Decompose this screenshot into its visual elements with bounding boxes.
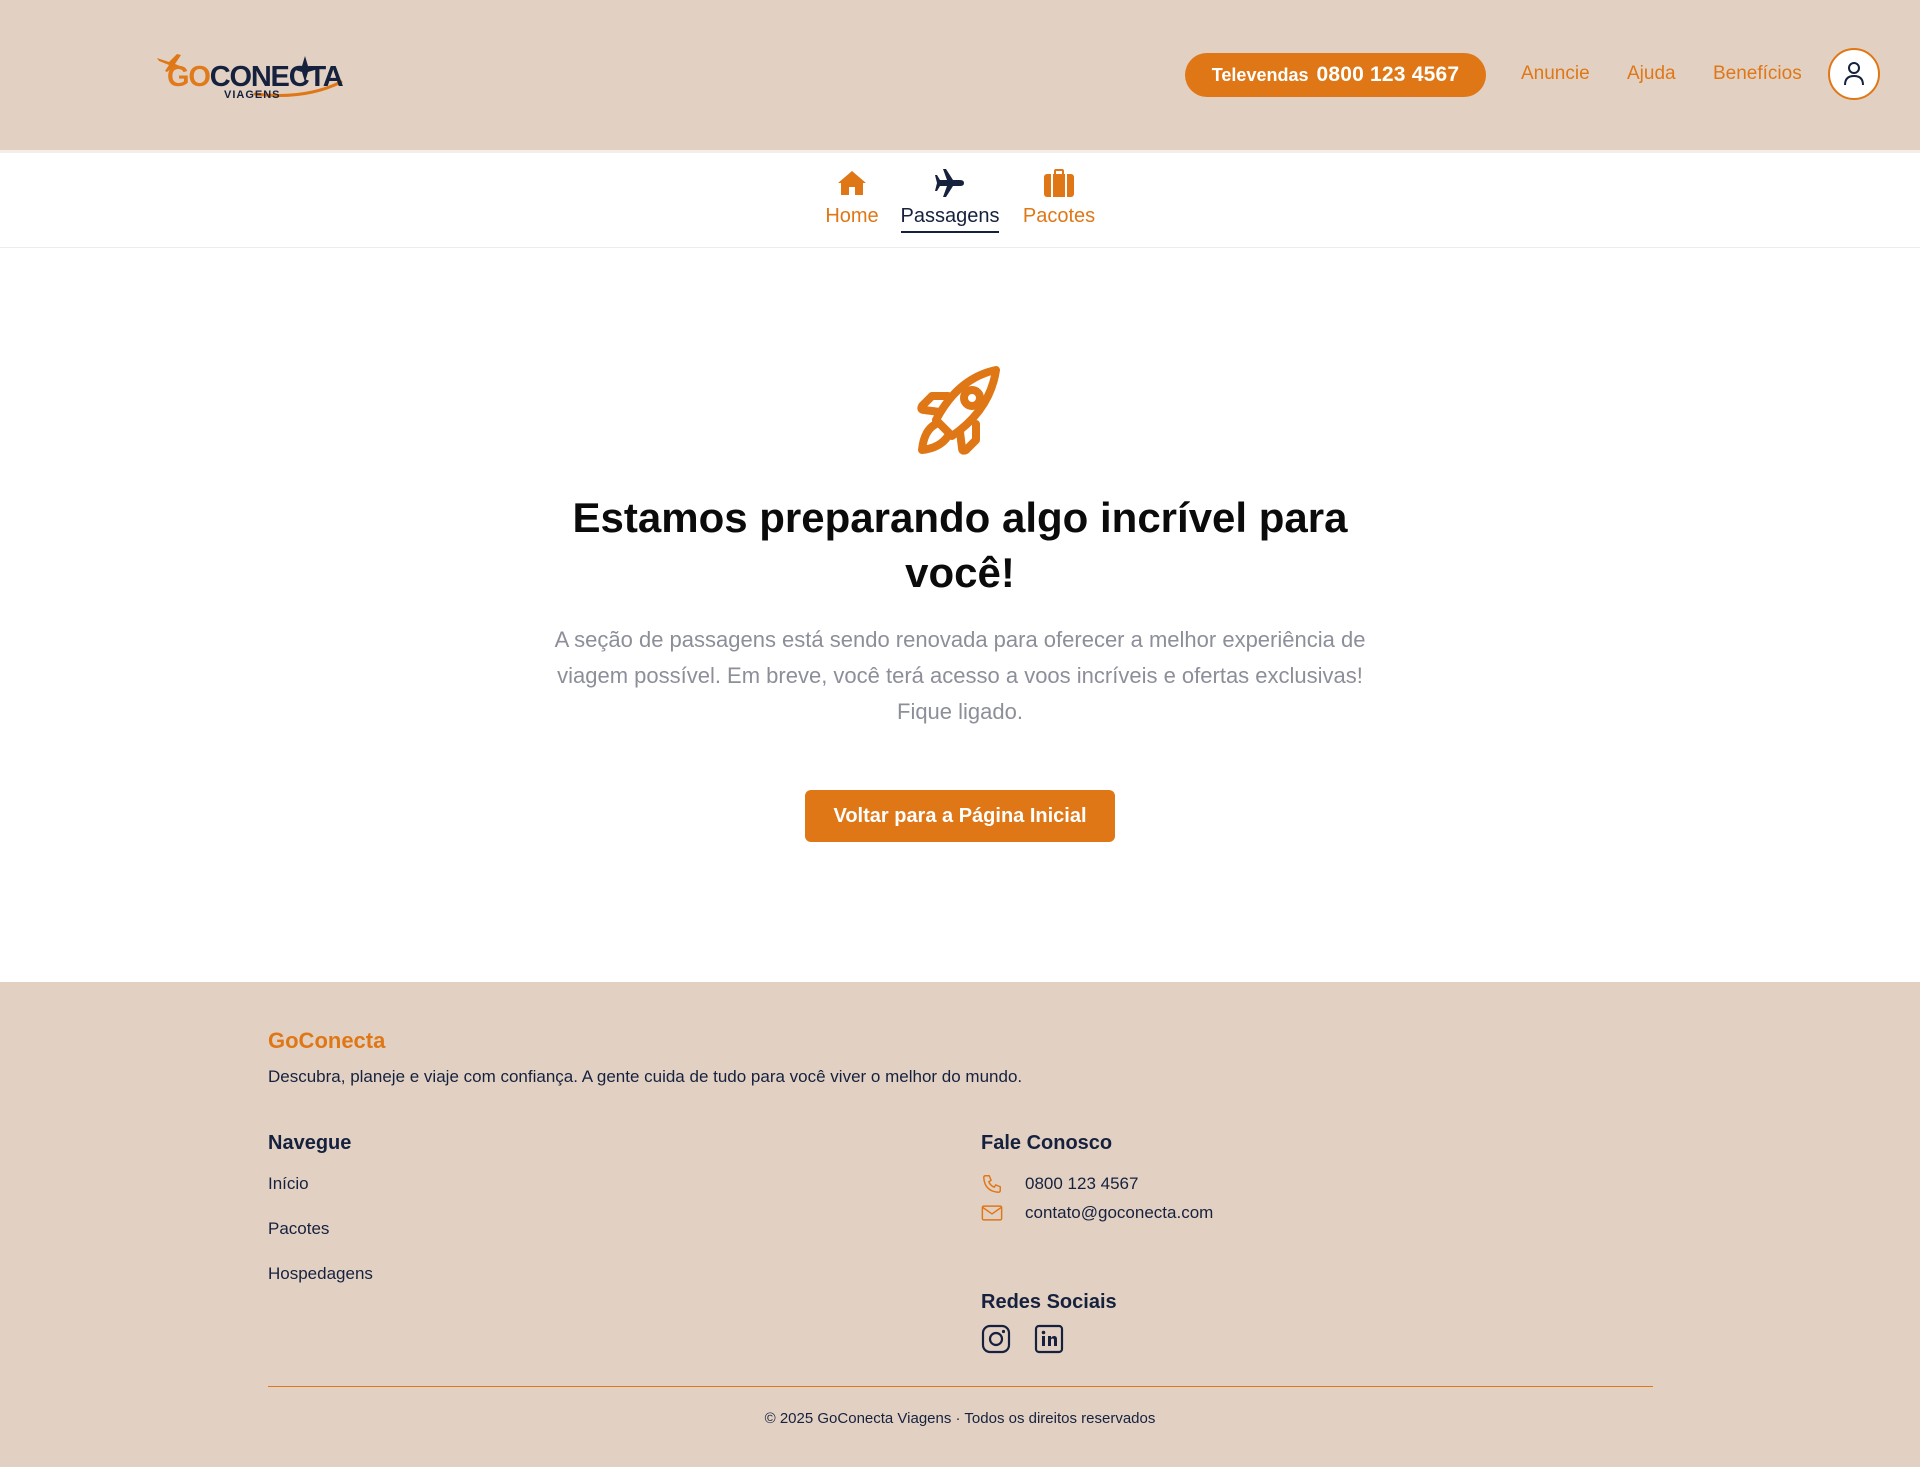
nav-link-anuncie[interactable]: Anuncie bbox=[1521, 63, 1590, 85]
footer-brand: GoConecta bbox=[268, 1028, 386, 1053]
footer-phone-text: 0800 123 4567 bbox=[1025, 1174, 1139, 1193]
tab-pacotes-label: Pacotes bbox=[1022, 205, 1096, 227]
televendas-button[interactable]: Televendas 0800 123 4567 bbox=[1185, 53, 1486, 97]
instagram-icon[interactable] bbox=[981, 1324, 1011, 1354]
suitcase-icon bbox=[1043, 165, 1075, 201]
footer-email-text: contato@goconecta.com bbox=[1025, 1203, 1214, 1222]
footer-tagline: Descubra, planeje e viaje com confiança.… bbox=[268, 1067, 1023, 1086]
site-header: GOCONECTA VIAGENS Televendas 0800 123 45… bbox=[0, 0, 1920, 150]
logo-wordmark: GOCONECTA bbox=[167, 61, 344, 93]
rocket-icon bbox=[910, 360, 1010, 465]
nav-link-beneficios[interactable]: Benefícios bbox=[1713, 63, 1802, 85]
phone-icon bbox=[981, 1173, 1025, 1195]
tab-home[interactable]: Home bbox=[825, 165, 879, 231]
televendas-number: 0800 123 4567 bbox=[1316, 63, 1460, 86]
televendas-label: Televendas bbox=[1211, 64, 1309, 85]
footer-link-pacotes[interactable]: Pacotes bbox=[268, 1219, 329, 1239]
tab-passagens-label: Passagens bbox=[900, 205, 1000, 233]
coming-soon-section: Estamos preparando algo incrível para vo… bbox=[0, 248, 1920, 982]
footer-contact-heading: Fale Conosco bbox=[981, 1132, 1113, 1154]
footer-link-hospedagens[interactable]: Hospedagens bbox=[268, 1264, 373, 1284]
nav-link-ajuda[interactable]: Ajuda bbox=[1627, 63, 1676, 85]
back-home-button[interactable]: Voltar para a Página Inicial bbox=[805, 790, 1115, 842]
footer-link-inicio[interactable]: Início bbox=[268, 1174, 309, 1194]
user-icon bbox=[1844, 62, 1864, 86]
mail-icon bbox=[981, 1204, 1025, 1222]
logo-subtitle: VIAGENS bbox=[224, 89, 281, 101]
tab-passagens[interactable]: Passagens bbox=[900, 165, 1000, 233]
page-description: A seção de passagens está sendo renovada… bbox=[554, 627, 1366, 724]
footer-email[interactable]: contato@goconecta.com bbox=[981, 1203, 1213, 1223]
page-title: Estamos preparando algo incrível para vo… bbox=[572, 494, 1348, 596]
category-tabs: Home Passagens Pacotes bbox=[0, 150, 1920, 248]
linkedin-icon[interactable] bbox=[1034, 1324, 1064, 1354]
tab-home-label: Home bbox=[825, 205, 879, 227]
footer-social-heading: Redes Sociais bbox=[981, 1291, 1117, 1313]
footer-copyright: © 2025 GoConecta Viagens · Todos os dire… bbox=[764, 1410, 1156, 1427]
tab-pacotes[interactable]: Pacotes bbox=[1021, 165, 1097, 231]
footer-phone[interactable]: 0800 123 4567 bbox=[981, 1173, 1138, 1195]
airplane-icon bbox=[934, 165, 966, 201]
user-account-button[interactable] bbox=[1828, 48, 1880, 100]
footer-nav-heading: Navegue bbox=[268, 1132, 352, 1154]
home-icon bbox=[836, 165, 868, 201]
footer-divider bbox=[268, 1386, 1653, 1387]
site-footer: GoConecta Descubra, planeje e viaje com … bbox=[0, 982, 1920, 1467]
goconecta-logo[interactable]: GOCONECTA VIAGENS bbox=[155, 48, 345, 104]
